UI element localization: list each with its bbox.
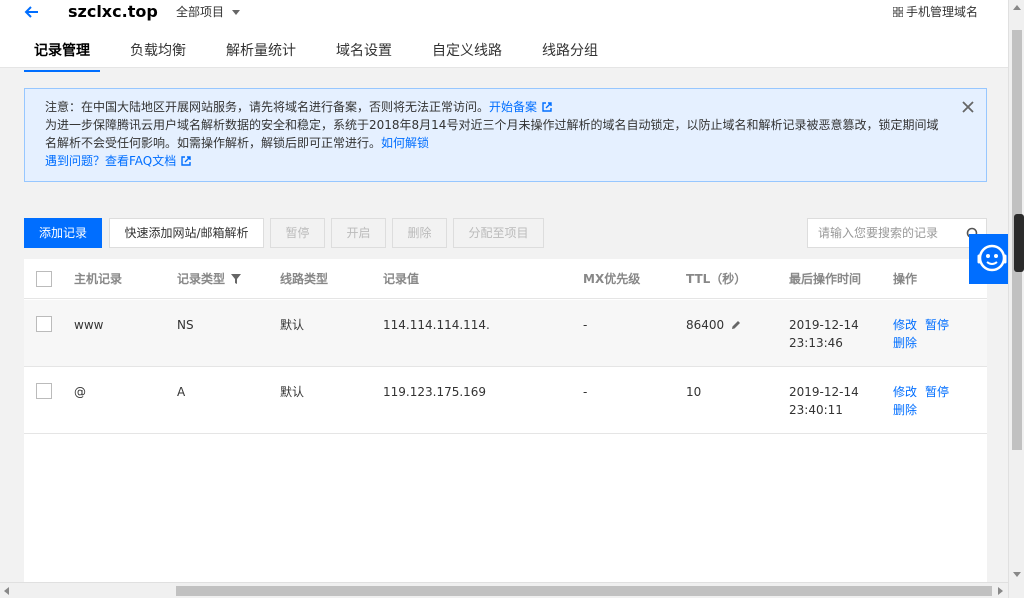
table-row: @ A 默认 119.123.175.169 - 10 2019-12-14 23… bbox=[24, 367, 987, 434]
chevron-down-icon bbox=[232, 10, 241, 15]
scroll-up-arrow-icon[interactable] bbox=[1013, 5, 1021, 10]
faq-link[interactable]: 遇到问题？查看FAQ文档 bbox=[45, 154, 176, 168]
tab-load-balance[interactable]: 负载均衡 bbox=[120, 40, 196, 68]
horizontal-scroll-thumb[interactable] bbox=[176, 586, 992, 596]
pause-button[interactable]: 暂停 bbox=[270, 218, 325, 248]
tab-line-groups[interactable]: 线路分组 bbox=[532, 40, 608, 68]
cell-ttl: 86400 bbox=[686, 316, 742, 334]
table-header: 主机记录 记录类型 线路类型 记录值 MX优先级 TTL（秒） 最后操作时间 操… bbox=[24, 259, 987, 299]
cell-time: 2019-12-14 23:13:46 bbox=[789, 316, 859, 352]
cell-type: NS bbox=[177, 318, 194, 332]
notice-line-1: 注意：在中国大陆地区开展网站服务，请先将域名进行备案，否则将无法正常访问。开始备… bbox=[45, 98, 946, 116]
time-clock: 23:13:46 bbox=[789, 336, 843, 350]
tab-bar: 记录管理 负载均衡 解析量统计 域名设置 自定义线路 线路分组 bbox=[24, 40, 628, 72]
notice-line-2: 为进一步保障腾讯云用户域名解析数据的安全和稳定，系统于2018年8月14号对近三… bbox=[45, 116, 946, 152]
search-input[interactable] bbox=[808, 219, 958, 247]
time-clock: 23:40:11 bbox=[789, 403, 843, 417]
support-robot-button[interactable] bbox=[969, 234, 1009, 284]
search-box bbox=[807, 218, 987, 248]
col-actions: 操作 bbox=[893, 272, 918, 286]
mobile-manage-link[interactable]: 手机管理域名 bbox=[892, 4, 978, 20]
delete-link[interactable]: 删除 bbox=[893, 403, 917, 417]
external-link-icon bbox=[181, 156, 191, 166]
scroll-right-arrow-icon[interactable] bbox=[998, 587, 1003, 595]
col-host: 主机记录 bbox=[74, 272, 123, 286]
tab-records[interactable]: 记录管理 bbox=[24, 40, 100, 72]
cell-time: 2019-12-14 23:40:11 bbox=[789, 383, 859, 419]
col-last-op-time: 最后操作时间 bbox=[789, 272, 862, 286]
close-icon[interactable] bbox=[962, 101, 974, 113]
qr-grid-icon bbox=[892, 7, 903, 17]
mobile-manage-label: 手机管理域名 bbox=[905, 5, 978, 19]
top-bar: szclxc.top 全部项目 手机管理域名 记录管理 负载均衡 解析量统计 域… bbox=[0, 0, 1008, 72]
notice-line-3: 遇到问题？查看FAQ文档 bbox=[45, 152, 946, 170]
external-link-icon bbox=[542, 102, 552, 112]
enable-button[interactable]: 开启 bbox=[331, 218, 386, 248]
side-panel-handle[interactable] bbox=[1014, 214, 1024, 272]
pause-link[interactable]: 暂停 bbox=[925, 385, 949, 399]
cell-mx: - bbox=[583, 318, 588, 332]
cell-host: @ bbox=[74, 385, 86, 399]
project-select-label: 全部项目 bbox=[176, 5, 225, 19]
cell-mx: - bbox=[583, 385, 588, 399]
cell-line: 默认 bbox=[280, 385, 305, 399]
tab-domain-settings[interactable]: 域名设置 bbox=[326, 40, 402, 68]
assign-project-button[interactable]: 分配至项目 bbox=[453, 218, 544, 248]
edit-link[interactable]: 修改 bbox=[893, 318, 917, 332]
notice-text-1: 注意：在中国大陆地区开展网站服务，请先将域名进行备案，否则将无法正常访问。 bbox=[45, 100, 490, 114]
scroll-left-arrow-icon[interactable] bbox=[4, 587, 9, 595]
cell-type: A bbox=[177, 385, 186, 399]
col-ttl: TTL（秒） bbox=[686, 272, 747, 286]
records-table: 主机记录 记录类型 线路类型 记录值 MX优先级 TTL（秒） 最后操作时间 操… bbox=[24, 259, 987, 598]
cell-actions: 修改 暂停 删除 bbox=[893, 383, 957, 419]
time-date: 2019-12-14 bbox=[789, 385, 859, 399]
quick-add-button[interactable]: 快速添加网站/邮箱解析 bbox=[109, 218, 264, 248]
start-filing-link[interactable]: 开始备案 bbox=[489, 100, 537, 114]
col-type-label: 记录类型 bbox=[177, 272, 226, 286]
back-arrow-icon[interactable] bbox=[22, 2, 42, 22]
horizontal-scrollbar[interactable] bbox=[0, 582, 1008, 598]
cell-host: www bbox=[74, 318, 104, 332]
cell-value: 114.114.114.114. bbox=[383, 318, 490, 332]
select-all-checkbox[interactable] bbox=[36, 271, 52, 287]
scroll-down-arrow-icon[interactable] bbox=[1013, 572, 1021, 577]
robot-face-icon bbox=[977, 244, 1007, 272]
notice-banner: 注意：在中国大陆地区开展网站服务，请先将域名进行备案，否则将无法正常访问。开始备… bbox=[24, 88, 987, 182]
filter-icon[interactable] bbox=[231, 274, 242, 284]
time-date: 2019-12-14 bbox=[789, 318, 859, 332]
domain-title: szclxc.top bbox=[68, 2, 158, 21]
tab-custom-lines[interactable]: 自定义线路 bbox=[422, 40, 512, 68]
cell-ttl: 10 bbox=[686, 385, 702, 399]
tab-stats[interactable]: 解析量统计 bbox=[216, 40, 306, 68]
col-mx: MX优先级 bbox=[583, 272, 641, 286]
project-select[interactable]: 全部项目 bbox=[176, 4, 241, 20]
ttl-value: 86400 bbox=[686, 318, 725, 332]
add-record-button[interactable]: 添加记录 bbox=[24, 218, 102, 248]
col-value: 记录值 bbox=[383, 272, 420, 286]
cell-line: 默认 bbox=[280, 318, 305, 332]
vertical-scrollbar[interactable] bbox=[1008, 0, 1024, 598]
record-toolbar: 添加记录 快速添加网站/邮箱解析 暂停 开启 删除 分配至项目 bbox=[24, 218, 987, 248]
edit-link[interactable]: 修改 bbox=[893, 385, 917, 399]
how-to-unlock-link[interactable]: 如何解锁 bbox=[381, 136, 429, 150]
delete-button[interactable]: 删除 bbox=[392, 218, 447, 248]
row-checkbox[interactable] bbox=[36, 316, 52, 332]
cell-actions: 修改 暂停 删除 bbox=[893, 316, 957, 352]
col-type: 记录类型 bbox=[177, 259, 242, 299]
col-line: 线路类型 bbox=[280, 272, 329, 286]
pencil-icon[interactable] bbox=[730, 319, 742, 331]
notice-text-2: 为进一步保障腾讯云用户域名解析数据的安全和稳定，系统于2018年8月14号对近三… bbox=[45, 118, 939, 150]
table-row: www NS 默认 114.114.114.114. - 86400 2019-… bbox=[24, 300, 987, 367]
row-checkbox[interactable] bbox=[36, 383, 52, 399]
delete-link[interactable]: 删除 bbox=[893, 336, 917, 350]
cell-value: 119.123.175.169 bbox=[383, 385, 487, 399]
pause-link[interactable]: 暂停 bbox=[925, 318, 949, 332]
